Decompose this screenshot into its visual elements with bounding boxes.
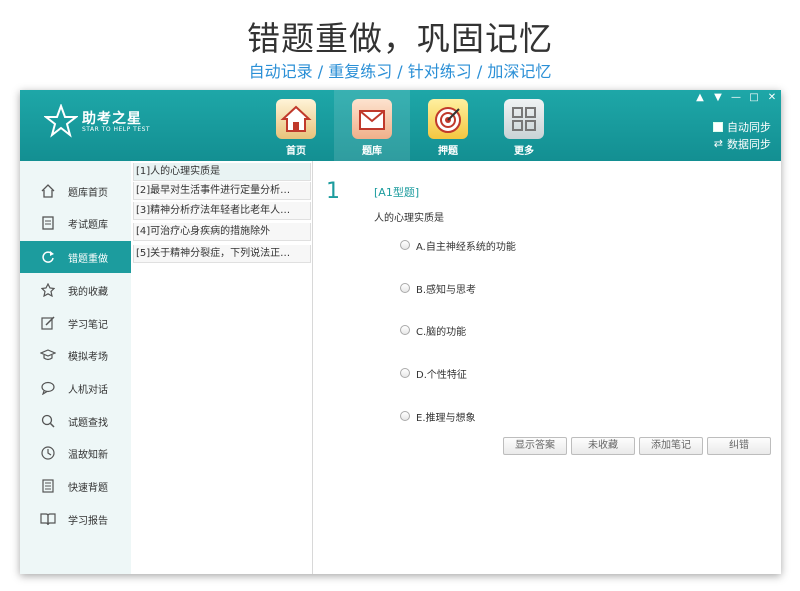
search-icon bbox=[40, 413, 56, 429]
nav-predict-label: 押题 bbox=[438, 146, 458, 157]
list-item[interactable]: [3]精神分析疗法年轻者比老年人… bbox=[133, 202, 311, 220]
sidebar-item-label: 错题重做 bbox=[68, 253, 108, 265]
sidebar-item-exam-bank[interactable]: 考试题库 bbox=[20, 207, 131, 239]
question-panel: 1 [A1型题] 人的心理实质是 A.自主神经系统的功能 B.感知与思考 C.脑… bbox=[314, 161, 781, 574]
sidebar-item-search[interactable]: 试题查找 bbox=[20, 405, 131, 437]
radio-button[interactable] bbox=[400, 325, 410, 335]
option-label: C.脑的功能 bbox=[416, 326, 467, 338]
show-answer-button[interactable]: 显示答案 bbox=[503, 437, 567, 455]
sidebar-item-notes[interactable]: 学习笔记 bbox=[20, 307, 131, 339]
chat-icon bbox=[40, 380, 56, 396]
list-item[interactable]: [5]关于精神分裂症，下列说法正… bbox=[133, 245, 311, 263]
close-icon[interactable]: ✕ bbox=[765, 92, 779, 104]
option-label: B.感知与思考 bbox=[416, 284, 477, 296]
document-icon bbox=[40, 215, 56, 231]
sidebar-item-label: 快速背题 bbox=[68, 482, 108, 494]
data-sync-label: 数据同步 bbox=[727, 137, 771, 151]
maximize-icon[interactable]: □ bbox=[747, 92, 761, 104]
option-e[interactable]: E.推理与想象 bbox=[400, 409, 476, 424]
nav-home-label: 首页 bbox=[286, 146, 306, 157]
sidebar-item-report[interactable]: 学习报告 bbox=[20, 503, 131, 535]
grid-icon bbox=[504, 99, 544, 139]
radio-button[interactable] bbox=[400, 368, 410, 378]
pin-icon[interactable]: ▲ bbox=[693, 92, 707, 104]
sync-panel: 自动同步 ⇄ 数据同步 bbox=[713, 118, 771, 152]
nav-predict[interactable]: 押题 bbox=[410, 90, 486, 161]
nav-more-label: 更多 bbox=[514, 146, 534, 157]
book-icon bbox=[40, 511, 56, 527]
add-note-button[interactable]: 添加笔记 bbox=[639, 437, 703, 455]
minimize-icon[interactable]: — bbox=[729, 92, 743, 104]
nav-home[interactable]: 首页 bbox=[258, 90, 334, 161]
option-d[interactable]: D.个性特征 bbox=[400, 366, 467, 381]
option-c[interactable]: C.脑的功能 bbox=[400, 323, 467, 338]
sidebar-item-favorites[interactable]: 我的收藏 bbox=[20, 274, 131, 306]
nav-more[interactable]: 更多 bbox=[486, 90, 562, 161]
auto-sync-label: 自动同步 bbox=[727, 120, 771, 134]
radio-button[interactable] bbox=[400, 240, 410, 250]
home-icon bbox=[276, 99, 316, 139]
sidebar: 题库首页 考试题库 错题重做 我的收藏 学习笔记 模拟考场 人机对话 试题查找 … bbox=[20, 161, 131, 574]
logo: 助考之星 STAR TO HELP TEST bbox=[44, 104, 154, 144]
star-icon bbox=[40, 282, 56, 298]
sidebar-item-label: 考试题库 bbox=[68, 219, 108, 231]
sidebar-item-label: 学习报告 bbox=[68, 515, 108, 527]
list-item[interactable]: [1]人的心理实质是 bbox=[133, 163, 311, 181]
list-icon bbox=[40, 478, 56, 494]
top-bar: 助考之星 STAR TO HELP TEST 首页 题库 押题 更多 ▲ ▼ —… bbox=[20, 90, 781, 161]
envelope-icon bbox=[352, 99, 392, 139]
promo-subtitle: 自动记录 / 重复练习 / 针对练习 / 加深记忆 bbox=[248, 62, 552, 81]
sidebar-item-quick-memorize[interactable]: 快速背题 bbox=[20, 470, 131, 502]
sidebar-item-label: 学习笔记 bbox=[68, 319, 108, 331]
target-icon bbox=[428, 99, 468, 139]
sidebar-item-label: 题库首页 bbox=[68, 187, 108, 199]
sidebar-item-label: 温故知新 bbox=[68, 449, 108, 461]
radio-button[interactable] bbox=[400, 411, 410, 421]
radio-button[interactable] bbox=[400, 283, 410, 293]
window-controls: ▲ ▼ — □ ✕ bbox=[693, 92, 779, 104]
action-buttons: 显示答案 未收藏 添加笔记 纠错 bbox=[503, 437, 771, 455]
sidebar-item-bank-home[interactable]: 题库首页 bbox=[20, 175, 131, 207]
sidebar-item-review[interactable]: 温故知新 bbox=[20, 437, 131, 469]
sidebar-item-mock-exam[interactable]: 模拟考场 bbox=[20, 339, 131, 371]
logo-tagline: STAR TO HELP TEST bbox=[82, 126, 151, 133]
logo-name: 助考之星 bbox=[82, 111, 142, 127]
list-item[interactable]: [2]最早对生活事件进行定量分析… bbox=[133, 182, 311, 200]
question-number: 1 bbox=[326, 179, 340, 204]
auto-sync-checkbox[interactable] bbox=[713, 121, 723, 132]
star-logo-icon bbox=[44, 104, 78, 138]
sidebar-item-label: 我的收藏 bbox=[68, 286, 108, 298]
sync-icon: ⇄ bbox=[713, 137, 723, 150]
option-label: E.推理与想象 bbox=[416, 412, 476, 424]
report-error-button[interactable]: 纠错 bbox=[707, 437, 771, 455]
graduation-icon bbox=[40, 347, 56, 363]
menu-icon[interactable]: ▼ bbox=[711, 92, 725, 104]
nav-bank-label: 题库 bbox=[362, 146, 382, 157]
question-list: [1]人的心理实质是 [2]最早对生活事件进行定量分析… [3]精神分析疗法年轻… bbox=[131, 161, 313, 574]
app-window: 助考之星 STAR TO HELP TEST 首页 题库 押题 更多 ▲ ▼ —… bbox=[20, 90, 781, 574]
list-item[interactable]: [4]可治疗心身疾病的措施除外 bbox=[133, 223, 311, 241]
option-b[interactable]: B.感知与思考 bbox=[400, 281, 477, 296]
sidebar-item-label: 模拟考场 bbox=[68, 351, 108, 363]
question-type: [A1型题] bbox=[374, 186, 420, 199]
question-text: 人的心理实质是 bbox=[374, 213, 444, 224]
promo-title: 错题重做，巩固记忆 bbox=[247, 19, 553, 58]
sidebar-item-redo-wrong[interactable]: 错题重做 bbox=[20, 241, 131, 273]
data-sync-button[interactable]: ⇄ 数据同步 bbox=[713, 135, 771, 152]
auto-sync-toggle[interactable]: 自动同步 bbox=[713, 118, 771, 135]
favorite-button[interactable]: 未收藏 bbox=[571, 437, 635, 455]
sidebar-item-label: 试题查找 bbox=[68, 417, 108, 429]
edit-icon bbox=[40, 315, 56, 331]
clock-icon bbox=[40, 445, 56, 461]
option-label: A.自主神经系统的功能 bbox=[416, 241, 516, 253]
nav-bank[interactable]: 题库 bbox=[334, 90, 410, 161]
refresh-icon bbox=[40, 249, 56, 265]
option-label: D.个性特征 bbox=[416, 369, 467, 381]
sidebar-item-dialogue[interactable]: 人机对话 bbox=[20, 372, 131, 404]
option-a[interactable]: A.自主神经系统的功能 bbox=[400, 238, 516, 253]
sidebar-item-label: 人机对话 bbox=[68, 384, 108, 396]
home-icon bbox=[40, 183, 56, 199]
